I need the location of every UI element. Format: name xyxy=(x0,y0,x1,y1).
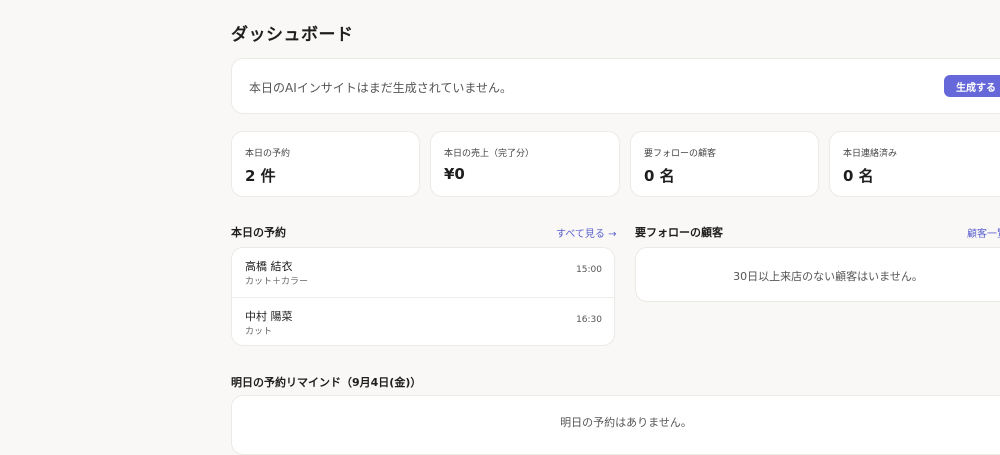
customer-name: 高橋 結衣 xyxy=(245,260,293,273)
service-menu: カット＋カラー xyxy=(245,277,309,287)
stat-card-today-sales: 本日の売上（完了分） ¥0 xyxy=(430,131,620,197)
followup-empty-message: 30日以上来店のない顧客はいません。 xyxy=(733,270,923,283)
stat-value: 0 名 xyxy=(644,167,675,185)
stat-card-contacted-today: 本日連絡済み 0 名 xyxy=(829,131,1000,197)
stat-value: 0 名 xyxy=(843,167,874,185)
ai-insight-message: 本日のAIインサイトはまだ生成されていません。 xyxy=(249,81,513,95)
customer-name: 中村 陽菜 xyxy=(245,310,293,323)
generate-insight-button[interactable]: 生成する xyxy=(944,75,1000,97)
reservation-row[interactable]: 高橋 結衣 カット＋カラー 15:00 xyxy=(232,248,614,297)
reservation-row[interactable]: 中村 陽菜 カット 16:30 xyxy=(232,297,614,345)
stat-card-followup-customers: 要フォローの顧客 0 名 xyxy=(630,131,819,197)
stat-value: ¥0 xyxy=(444,165,465,183)
stat-card-today-reservations: 本日の予約 2 件 xyxy=(231,131,420,197)
stat-label: 要フォローの顧客 xyxy=(644,149,717,159)
reminder-empty-message: 明日の予約はありません。 xyxy=(560,416,692,429)
reservation-time: 15:00 xyxy=(576,265,602,275)
tomorrow-reminder-panel: 明日の予約はありません。 xyxy=(231,395,1000,455)
today-reservations-title: 本日の予約 xyxy=(231,226,286,239)
tomorrow-reminder-title: 明日の予約リマインド（9月4日(金)） xyxy=(231,376,422,389)
ai-insight-card: 本日のAIインサイトはまだ生成されていません。 生成する xyxy=(231,58,1000,114)
service-menu: カット xyxy=(245,327,273,337)
dashboard-page: ダッシュボード 本日のAIインサイトはまだ生成されていません。 生成する 本日の… xyxy=(231,0,1000,455)
stat-label: 本日の売上（完了分） xyxy=(444,149,535,159)
stat-label: 本日連絡済み xyxy=(843,149,898,159)
today-reservations-list: 高橋 結衣 カット＋カラー 15:00 中村 陽菜 カット 16:30 xyxy=(231,247,615,346)
customer-list-link[interactable]: 顧客一覧 xyxy=(967,225,1000,240)
reservation-time: 16:30 xyxy=(576,315,602,325)
view-all-reservations-link[interactable]: すべて見る → xyxy=(556,225,616,240)
followup-customers-title: 要フォローの顧客 xyxy=(635,226,723,239)
stat-value: 2 件 xyxy=(245,167,276,185)
stat-label: 本日の予約 xyxy=(245,149,291,159)
followup-customers-panel: 30日以上来店のない顧客はいません。 xyxy=(635,247,1000,302)
page-title: ダッシュボード xyxy=(231,25,354,45)
